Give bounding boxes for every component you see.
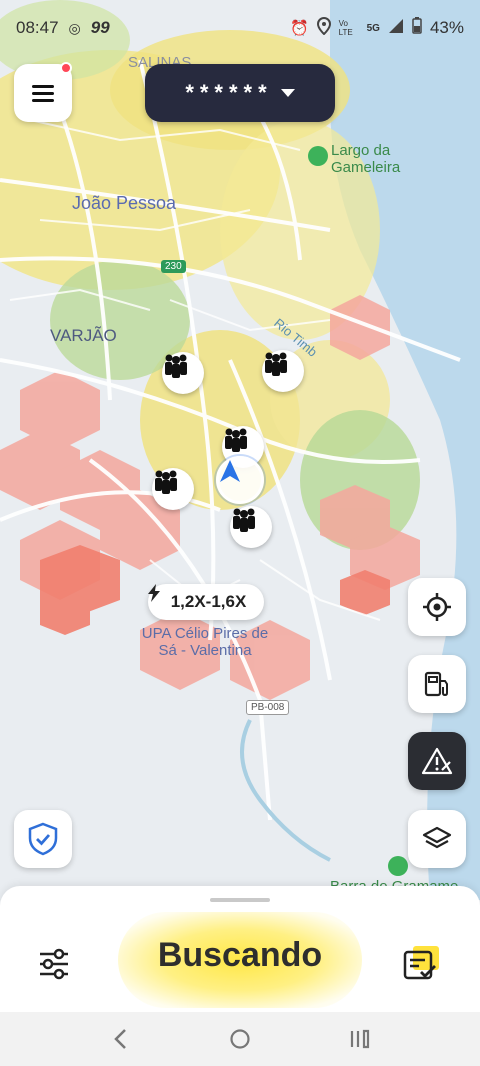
road-badge-pb008: PB-008 <box>246 700 290 715</box>
filters-button[interactable] <box>32 942 76 986</box>
battery-percent: 43% <box>429 18 464 37</box>
demand-cluster-icon[interactable] <box>152 468 194 510</box>
menu-button[interactable] <box>14 62 72 122</box>
account-selector[interactable]: ****** <box>145 64 335 122</box>
demand-cluster-icon[interactable] <box>262 350 304 392</box>
current-location-arrow-icon <box>216 456 264 504</box>
sliders-icon <box>40 948 68 980</box>
shield-check-icon <box>28 822 58 856</box>
warning-icon <box>421 747 453 775</box>
checklist-icon <box>403 946 439 980</box>
searching-status[interactable]: Buscando <box>118 936 362 975</box>
demand-cluster-icon[interactable] <box>162 352 204 394</box>
drag-handle[interactable] <box>210 898 270 902</box>
map-label-largo-gameleira: Largo da Gameleira <box>331 142 401 176</box>
safety-button[interactable] <box>14 810 72 868</box>
bottom-sheet[interactable]: Buscando <box>0 886 480 1012</box>
surge-label: 1,2X-1,6X <box>170 592 247 611</box>
tasks-button[interactable] <box>398 940 444 986</box>
location-icon <box>316 16 331 40</box>
road-badge-230: 230 <box>161 260 186 273</box>
locate-button[interactable] <box>408 578 466 636</box>
volte-label: Vo LTE <box>338 19 353 37</box>
park-icon <box>388 856 408 876</box>
alarm-icon: ⏰ <box>289 20 309 37</box>
status-bar: 08:47 ◎ 99 ⏰ Vo LTE 5G 43% <box>0 0 480 56</box>
network-label: 5G <box>366 22 380 34</box>
demand-cluster-icon[interactable] <box>230 506 272 548</box>
battery-icon <box>412 17 422 39</box>
status-time: 08:47 <box>16 18 59 37</box>
map-label-joao-pessoa: João Pessoa <box>72 193 177 213</box>
fuel-pump-icon <box>424 671 448 697</box>
account-name: ****** <box>185 80 273 105</box>
map-label-upa: UPA Célio Pires de Sá - Valentina <box>141 625 269 659</box>
recents-icon[interactable] <box>340 1019 380 1059</box>
home-icon[interactable] <box>220 1019 260 1059</box>
app-badge: 99 <box>90 18 110 37</box>
signal-icon <box>388 18 404 39</box>
layers-icon <box>422 826 452 849</box>
back-icon[interactable] <box>100 1019 140 1059</box>
map-label-varjao: VARJÃO <box>50 326 117 345</box>
crosshair-icon <box>423 593 451 621</box>
chevron-down-icon <box>280 89 295 97</box>
system-nav-bar <box>0 1012 480 1066</box>
map-layers-button[interactable] <box>408 810 466 868</box>
park-icon <box>308 146 328 166</box>
notification-dot <box>60 62 72 74</box>
report-alert-button[interactable] <box>408 732 466 790</box>
hamburger-icon <box>32 81 54 106</box>
recording-icon: ◎ <box>68 19 81 36</box>
surge-badge[interactable]: 1,2X-1,6X <box>148 584 264 620</box>
fuel-button[interactable] <box>408 655 466 713</box>
